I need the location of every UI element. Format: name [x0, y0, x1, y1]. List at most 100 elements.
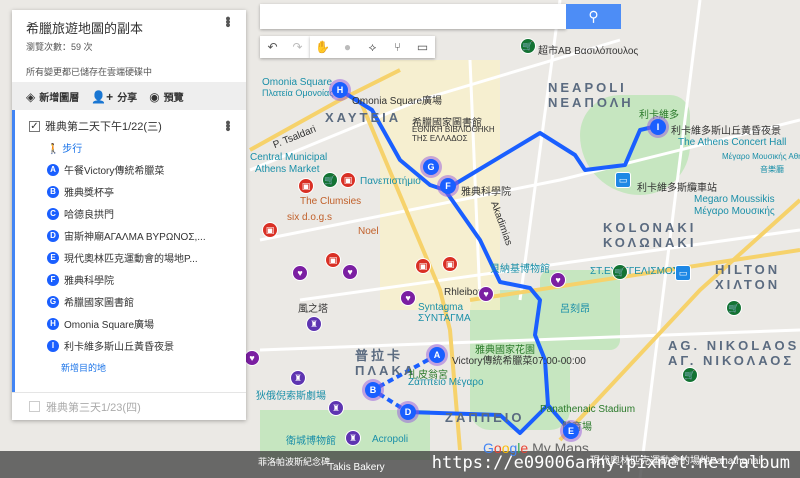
- share-button[interactable]: 👤+ 分享: [91, 89, 137, 104]
- map-label: Omonia Square: [262, 77, 333, 88]
- undo-icon[interactable]: ↶: [260, 36, 285, 58]
- heart-icon[interactable]: ♥: [244, 350, 260, 366]
- stop-list-item[interactable]: D 宙斯神廟ΑΓΑΛΜΑ ΒΥΡΩΝΟΣ,...: [47, 228, 246, 243]
- view-count: 瀏覽次數：59 次: [26, 42, 93, 52]
- district-ag-nikolaos: AG. NIKOLAOS ΑΓ. ΝΙΚΟΛΑΟΣ: [668, 338, 800, 368]
- cart-icon[interactable]: 🛒: [322, 172, 338, 188]
- directions-icon[interactable]: ⑂: [385, 36, 410, 58]
- route-stop-i[interactable]: I: [650, 119, 666, 135]
- stop-list-item[interactable]: C 哈德良拱門: [47, 206, 246, 221]
- map-label: ΣΤ.ΕΥΑΓΓΕΛΙΣΜΟΣ: [590, 266, 679, 277]
- stop-name: 宙斯神廟ΑΓΑΛΜΑ ΒΥΡΩΝΟΣ,...: [64, 232, 206, 243]
- layers-icon: ◈: [26, 89, 36, 104]
- add-layer-button[interactable]: ◈ 新增圖層: [26, 89, 79, 104]
- layer-title[interactable]: 雅典第二天下午1/22(三): [45, 118, 162, 134]
- bus-icon[interactable]: ▭: [675, 265, 691, 281]
- map-label: six d.o.g.s: [287, 212, 333, 223]
- heart-icon[interactable]: ♥: [550, 272, 566, 288]
- stop-name: 午餐Victory傳統希臘菜: [64, 166, 165, 177]
- heart-icon[interactable]: ♥: [342, 264, 358, 280]
- ruler-icon[interactable]: ▭: [410, 36, 435, 58]
- layer-title[interactable]: 雅典第三天1/23(四): [46, 399, 141, 415]
- stop-letter-badge: F: [47, 273, 59, 286]
- redo-icon[interactable]: ↷: [285, 36, 310, 58]
- map-label: Πανεπιστήμιο: [360, 176, 421, 187]
- cart-icon[interactable]: 🛒: [726, 300, 742, 316]
- save-status: 所有變更都已儲存在雲端硬碟中: [26, 67, 153, 77]
- stop-letter-badge: B: [47, 185, 59, 198]
- map-label: Μέγαρο Μουσικής: [694, 206, 775, 217]
- route-stop-e[interactable]: E: [563, 423, 579, 439]
- route-stop-f[interactable]: F: [440, 178, 456, 194]
- add-person-icon: 👤+: [91, 89, 114, 104]
- stop-list-item[interactable]: A 午餐Victory傳統希臘菜: [47, 162, 246, 177]
- map-label: ΣΥΝΤΑΓΜΑ: [418, 313, 471, 324]
- map-label: Panathenaic Stadium: [540, 404, 636, 415]
- eye-icon: ◉: [149, 89, 160, 104]
- food-icon[interactable]: ▣: [340, 172, 356, 188]
- heart-icon[interactable]: ♥: [292, 265, 308, 281]
- map-label: Victory傳統希臘菜07:00-00:00: [452, 356, 586, 367]
- castle-icon[interactable]: ♜: [345, 430, 361, 446]
- bus-icon[interactable]: ▭: [615, 172, 631, 188]
- google-my-maps-logo: Google My Maps: [483, 440, 589, 456]
- route-stop-a[interactable]: A: [429, 347, 445, 363]
- food-icon[interactable]: ▣: [442, 256, 458, 272]
- district-zappeio: ΖΑΠΠΕΙΟ: [445, 410, 525, 425]
- food-icon[interactable]: ▣: [415, 258, 431, 274]
- food-icon[interactable]: ▣: [298, 178, 314, 194]
- layer-day3: 雅典第三天1/23(四): [12, 392, 246, 420]
- cart-icon[interactable]: 🛒: [682, 367, 698, 383]
- stop-letter-badge: C: [47, 207, 59, 220]
- route-stop-h[interactable]: H: [332, 82, 348, 98]
- stop-letter-badge: A: [47, 163, 59, 176]
- map-label: Acropoli: [372, 434, 409, 445]
- search-input[interactable]: [260, 4, 566, 29]
- map-label: 呂刻昂: [560, 304, 590, 315]
- map-label: Noel: [358, 226, 379, 237]
- map-label: Omonia Square廣場: [352, 96, 443, 107]
- travel-mode[interactable]: 🚶 步行: [47, 140, 246, 155]
- map-label: 狄俄倪索斯劇場: [256, 391, 326, 402]
- map-title[interactable]: 希臘旅遊地圖的副本: [26, 18, 232, 37]
- map-label: ΤΗΣ ΕΛΛΑΔΟΣ: [412, 134, 468, 143]
- map-label: 利卡維多斯纜車站: [637, 183, 717, 194]
- map-label: 超市AB Βασιλόπουλος: [538, 46, 639, 57]
- draw-line-icon[interactable]: ⟡: [360, 36, 385, 58]
- castle-icon[interactable]: ♜: [328, 400, 344, 416]
- route-stop-b[interactable]: B: [365, 382, 381, 398]
- layer-day2: ✓ 雅典第二天下午1/22(三) ••• 🚶 步行 A 午餐Victory傳統希臘菜…: [12, 110, 246, 392]
- marker-icon[interactable]: ●: [335, 36, 360, 58]
- map-label: Μέγαρο Μουσικής Αθηνών: [722, 152, 800, 161]
- stop-list-item[interactable]: F 雅典科學院: [47, 272, 246, 287]
- route-stop-d[interactable]: D: [400, 404, 416, 420]
- route-stop-g[interactable]: G: [423, 159, 439, 175]
- stop-list-item[interactable]: B 雅典獎杯亭: [47, 184, 246, 199]
- stop-list-item[interactable]: I 利卡維多斯山丘黃昏夜景: [47, 338, 246, 353]
- food-icon[interactable]: ▣: [262, 222, 278, 238]
- preview-button[interactable]: ◉ 預覽: [149, 89, 183, 104]
- cart-icon[interactable]: 🛒: [612, 264, 628, 280]
- castle-icon[interactable]: ♜: [290, 370, 306, 386]
- district-kolonaki: KOLONAKI ΚΟΛΩΝΑΚΙ: [603, 220, 697, 250]
- more-options-icon[interactable]: •••: [219, 16, 236, 26]
- layer-checkbox[interactable]: [29, 401, 40, 412]
- stop-name: Omonia Square廣場: [64, 320, 155, 331]
- stop-list-item[interactable]: H Omonia Square廣場: [47, 316, 246, 331]
- add-destination-link[interactable]: 新增目的地: [61, 361, 246, 374]
- layer-checkbox[interactable]: ✓: [29, 120, 40, 132]
- cart-icon[interactable]: 🛒: [520, 38, 536, 54]
- heart-icon[interactable]: ♥: [400, 290, 416, 306]
- search-icon: ⚲: [588, 8, 599, 24]
- search-button[interactable]: ⚲: [566, 4, 621, 29]
- stop-list-item[interactable]: E 現代奧林匹克運動會的場地P...: [47, 250, 246, 265]
- castle-icon[interactable]: ♜: [306, 316, 322, 332]
- map-label: Syntagma: [418, 302, 464, 313]
- stop-list-item[interactable]: G 希臘國家圖書館: [47, 294, 246, 309]
- heart-icon[interactable]: ♥: [478, 286, 494, 302]
- stop-letter-badge: E: [47, 251, 59, 264]
- hand-icon[interactable]: ✋: [310, 36, 335, 58]
- layer-options-icon[interactable]: •••: [219, 120, 236, 130]
- map-label: 菲洛帕波斯紀念碑: [258, 457, 331, 467]
- food-icon[interactable]: ▣: [325, 252, 341, 268]
